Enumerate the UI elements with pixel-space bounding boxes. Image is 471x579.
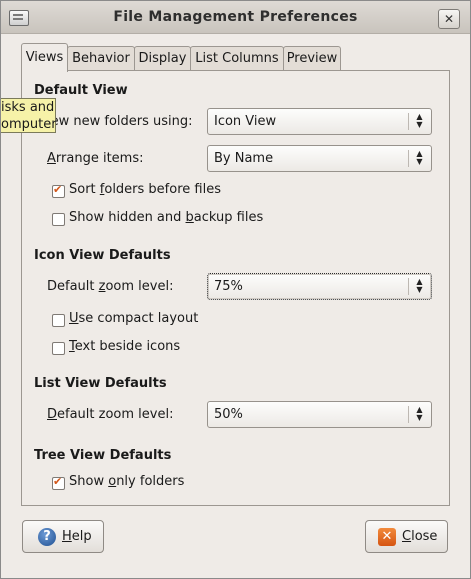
arrange-items-select[interactable]: By Name ▲ ▼ [207, 145, 432, 172]
tooltip-line-2: omputer [1, 117, 57, 132]
tab-list-columns[interactable]: List Columns [190, 46, 284, 71]
preferences-window: File Management Preferences ✕ Views Beha… [0, 0, 471, 579]
arrange-items-label: Arrange items: [47, 151, 143, 166]
tooltip-popup: isks and omputer [1, 98, 57, 133]
arrange-mnemonic: A [47, 151, 56, 166]
show-hidden-mnemonic: b [185, 210, 194, 225]
text-beside-icons-checkbox[interactable] [52, 342, 65, 355]
show-only-folders-checkbox[interactable] [52, 475, 65, 490]
only-folders-pre: Show [69, 474, 109, 489]
help-mnemonic: H [62, 529, 72, 544]
sort-folders-checkbox[interactable] [52, 183, 65, 198]
help-icon: ? [38, 528, 56, 546]
window-title: File Management Preferences [113, 9, 358, 25]
show-hidden-label[interactable]: Show hidden and backup files [69, 210, 263, 225]
tree-view-heading: Tree View Defaults [34, 448, 172, 463]
combo-arrows-icon: ▲ ▼ [416, 149, 423, 166]
tab-preview-label: Preview [286, 51, 338, 66]
show-hidden-post: ackup files [193, 210, 264, 225]
icon-zoom-value: 75% [214, 279, 243, 294]
combo-separator [408, 113, 409, 130]
compact-mnemonic: U [69, 311, 79, 326]
arrange-text: rrange items: [55, 151, 144, 166]
only-folders-post: nly folders [116, 474, 185, 489]
icon-zoom-label: Default zoom level: [47, 279, 173, 294]
close-mnemonic: C [402, 529, 412, 544]
arrange-items-value: By Name [214, 151, 274, 166]
default-view-heading: Default View [34, 83, 128, 98]
list-zoom-post: efault zoom level: [57, 407, 174, 422]
show-only-folders-label[interactable]: Show only folders [69, 474, 184, 489]
combo-separator [408, 150, 409, 167]
view-new-folders-select[interactable]: Icon View ▲ ▼ [207, 108, 432, 135]
help-post: elp [71, 529, 92, 544]
text-beside-post: ext beside icons [74, 339, 181, 354]
list-zoom-select[interactable]: 50% ▲ ▼ [207, 401, 432, 428]
icon-zoom-select[interactable]: 75% ▲ ▼ [207, 273, 432, 300]
show-hidden-checkbox[interactable] [52, 213, 65, 226]
close-icon: ✕ [378, 528, 396, 546]
combo-arrows-icon: ▲ ▼ [416, 405, 423, 422]
list-zoom-label: Default zoom level: [47, 407, 173, 422]
tab-preview[interactable]: Preview [283, 46, 341, 71]
title-bar[interactable]: File Management Preferences ✕ [1, 1, 470, 34]
view-new-folders-label: iew new folders using: [47, 114, 193, 129]
sort-folders-post: olders before files [104, 182, 221, 197]
help-button[interactable]: ? Help [22, 520, 104, 553]
tooltip-line-1: isks and [1, 100, 55, 115]
sort-folders-label[interactable]: Sort folders before files [69, 182, 221, 197]
combo-separator [408, 406, 409, 423]
window-close-button[interactable]: ✕ [438, 9, 460, 29]
icon-zoom-post: oom level: [105, 279, 174, 294]
icon-zoom-pre: Default [47, 279, 99, 294]
list-zoom-mnemonic: D [47, 407, 58, 422]
tab-display-label: Display [138, 51, 187, 66]
close-post: lose [411, 529, 438, 544]
close-button-label: Close [402, 529, 437, 544]
list-zoom-value: 50% [214, 407, 243, 422]
close-x-icon: ✕ [443, 12, 455, 26]
tab-behavior-label: Behavior [72, 51, 130, 66]
compact-layout-label[interactable]: Use compact layout [69, 311, 198, 326]
tab-views[interactable]: Views [21, 43, 68, 72]
list-view-heading: List View Defaults [34, 376, 167, 391]
close-button[interactable]: ✕ Close [365, 520, 448, 553]
view-new-folders-text: iew new folders using: [47, 114, 193, 129]
combo-separator [408, 278, 409, 295]
compact-post: se compact layout [78, 311, 199, 326]
combo-arrows-icon: ▲ ▼ [416, 277, 423, 294]
combo-arrows-icon: ▲ ▼ [416, 112, 423, 129]
only-folders-mnemonic: o [108, 474, 117, 489]
view-new-folders-value: Icon View [214, 114, 277, 129]
sort-folders-pre: Sort [69, 182, 100, 197]
show-hidden-pre: Show hidden and [69, 210, 186, 225]
tab-behavior[interactable]: Behavior [67, 46, 135, 71]
tab-views-label: Views [25, 50, 64, 65]
help-button-label: Help [62, 529, 92, 544]
icon-view-heading: Icon View Defaults [34, 248, 171, 263]
compact-layout-checkbox[interactable] [52, 314, 65, 327]
tab-display[interactable]: Display [134, 46, 191, 71]
tab-list-columns-label: List Columns [195, 51, 279, 66]
text-beside-icons-label[interactable]: Text beside icons [69, 339, 180, 354]
